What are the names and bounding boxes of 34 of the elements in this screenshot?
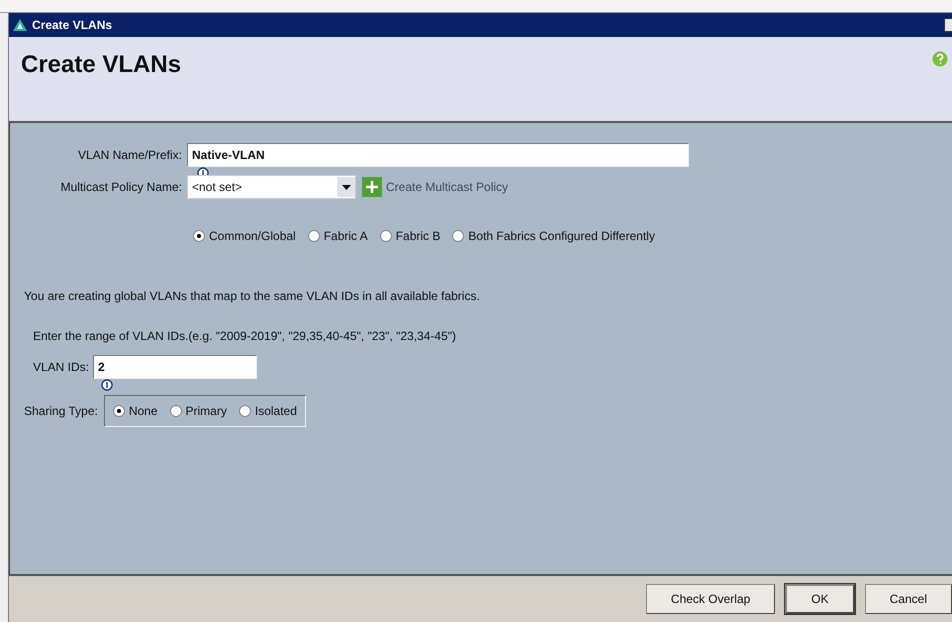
range-hint: Enter the range of VLAN IDs.(e.g. "2009-2019", "29,35,40-45", "23", "23,34-45") (33, 329, 457, 343)
field-label: VLAN Name/Prefix: (76, 148, 183, 162)
radio-label[interactable]: None (128, 404, 158, 418)
radio-label[interactable]: Isolated (254, 404, 297, 418)
radio-button[interactable] (193, 230, 205, 242)
dialog-button[interactable]: OK (785, 584, 855, 614)
help-icon[interactable] (932, 51, 948, 67)
radio-button[interactable] (452, 230, 464, 242)
app-icon (13, 19, 27, 31)
radio-button[interactable] (238, 405, 251, 417)
radio-button[interactable] (112, 405, 125, 417)
policy-dropdown[interactable]: <not set> (187, 175, 356, 199)
radio-label[interactable]: Fabric A (324, 229, 368, 243)
info-text: You are creating global VLANs that map to the same VLAN IDs in all available fabrics. (24, 289, 481, 303)
info-icon (101, 379, 113, 391)
dialog-title: Create VLANs (21, 51, 182, 80)
radio-button[interactable] (308, 230, 320, 242)
radio-label[interactable]: Common/Global (209, 229, 296, 243)
name-field[interactable]: Native-VLAN (187, 143, 689, 167)
dialog-button[interactable]: Cancel (864, 584, 952, 614)
window-title: Create VLANs (32, 18, 114, 32)
caret-icon (342, 184, 350, 190)
radio-label[interactable]: Primary (186, 404, 227, 418)
radio-button[interactable] (380, 230, 392, 242)
field-label: Multicast Policy Name: (60, 180, 183, 194)
radio-label[interactable]: Fabric B (396, 229, 440, 243)
create-policy-link[interactable]: Create Multicast Policy (382, 180, 508, 194)
radio-label[interactable]: Both Fabrics Configured Differently (468, 229, 655, 243)
vlan-ids-field[interactable]: 2 (93, 355, 258, 379)
dialog-button[interactable]: Check Overlap (646, 584, 776, 614)
field-label: Sharing Type: (24, 404, 98, 418)
plus-icon[interactable] (362, 177, 382, 197)
radio-button[interactable] (170, 405, 182, 417)
field-label: VLAN IDs: (33, 360, 90, 374)
